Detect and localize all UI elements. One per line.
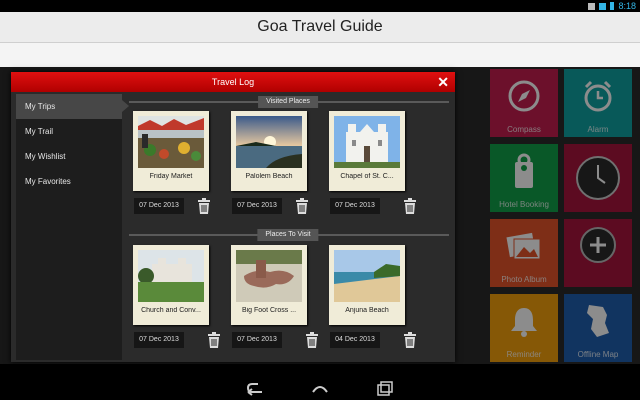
sidebar-item-label: My Wishlist <box>25 152 66 161</box>
place-date: 07 Dec 2013 <box>330 198 380 214</box>
place-caption: Church and Conv... <box>141 307 201 314</box>
travel-log-dialog: Travel Log ✕ My Trips My Trail My Wishli… <box>11 72 455 362</box>
place-caption: Palolem Beach <box>245 173 293 180</box>
sidebar-item-my-wishlist[interactable]: My Wishlist <box>16 144 122 169</box>
place-photo <box>138 116 204 168</box>
delete-icon[interactable] <box>197 198 211 214</box>
place-photo <box>138 250 204 302</box>
place-date: 07 Dec 2013 <box>232 332 282 348</box>
close-icon[interactable]: ✕ <box>437 72 449 92</box>
place-card[interactable]: Church and Conv... <box>133 245 209 325</box>
place-caption: Big Foot Cross ... <box>241 307 297 314</box>
place-photo <box>236 116 302 168</box>
place-date: 04 Dec 2013 <box>330 332 380 348</box>
status-bar: 8:18 <box>0 0 640 12</box>
place-card[interactable]: Friday Market <box>133 111 209 191</box>
notification-icon <box>588 2 596 10</box>
sidebar-item-label: My Trips <box>25 102 56 111</box>
place-date: 07 Dec 2013 <box>134 332 184 348</box>
place-card[interactable]: Anjuna Beach <box>329 245 405 325</box>
section-title: Places To Visit <box>257 229 319 241</box>
system-nav-bar <box>0 376 640 400</box>
delete-icon[interactable] <box>295 198 309 214</box>
sidebar-item-my-favorites[interactable]: My Favorites <box>16 169 122 194</box>
place-caption: Anjuna Beach <box>345 307 389 314</box>
dialog-title: Travel Log <box>211 77 255 87</box>
battery-icon <box>610 2 615 10</box>
place-card[interactable]: Big Foot Cross ... <box>231 245 307 325</box>
app-title-bar: Goa Travel Guide <box>0 12 640 43</box>
delete-icon[interactable] <box>403 198 417 214</box>
place-caption: Chapel of St. C... <box>340 173 394 180</box>
toolbar-area <box>0 43 640 67</box>
back-icon[interactable] <box>246 380 264 396</box>
place-caption: Friday Market <box>149 173 193 180</box>
wifi-icon <box>599 2 607 10</box>
place-date: 07 Dec 2013 <box>134 198 184 214</box>
section-header-to-visit: Places To Visit <box>123 229 453 241</box>
delete-icon[interactable] <box>305 332 319 348</box>
dialog-header: Travel Log ✕ <box>11 72 455 92</box>
sidebar-item-label: My Trail <box>25 127 53 136</box>
place-photo <box>334 116 400 168</box>
trips-content: Visited Places Friday Market 07 Dec 2013… <box>123 94 453 360</box>
delete-icon[interactable] <box>207 332 221 348</box>
sidebar-item-my-trail[interactable]: My Trail <box>16 119 122 144</box>
place-date: 07 Dec 2013 <box>232 198 282 214</box>
recent-apps-icon[interactable] <box>376 380 394 396</box>
place-photo <box>236 250 302 302</box>
sidebar-item-label: My Favorites <box>25 177 71 186</box>
app-title: Goa Travel Guide <box>257 18 383 35</box>
home-icon[interactable] <box>311 380 329 396</box>
section-title: Visited Places <box>258 96 318 108</box>
place-card[interactable]: Chapel of St. C... <box>329 111 405 191</box>
place-card[interactable]: Palolem Beach <box>231 111 307 191</box>
status-time: 8:18 <box>618 1 636 11</box>
sidebar-menu: My Trips My Trail My Wishlist My Favorit… <box>16 94 129 360</box>
sidebar-item-my-trips[interactable]: My Trips <box>16 94 129 119</box>
place-photo <box>334 250 400 302</box>
delete-icon[interactable] <box>403 332 417 348</box>
section-header-visited: Visited Places <box>123 96 453 108</box>
